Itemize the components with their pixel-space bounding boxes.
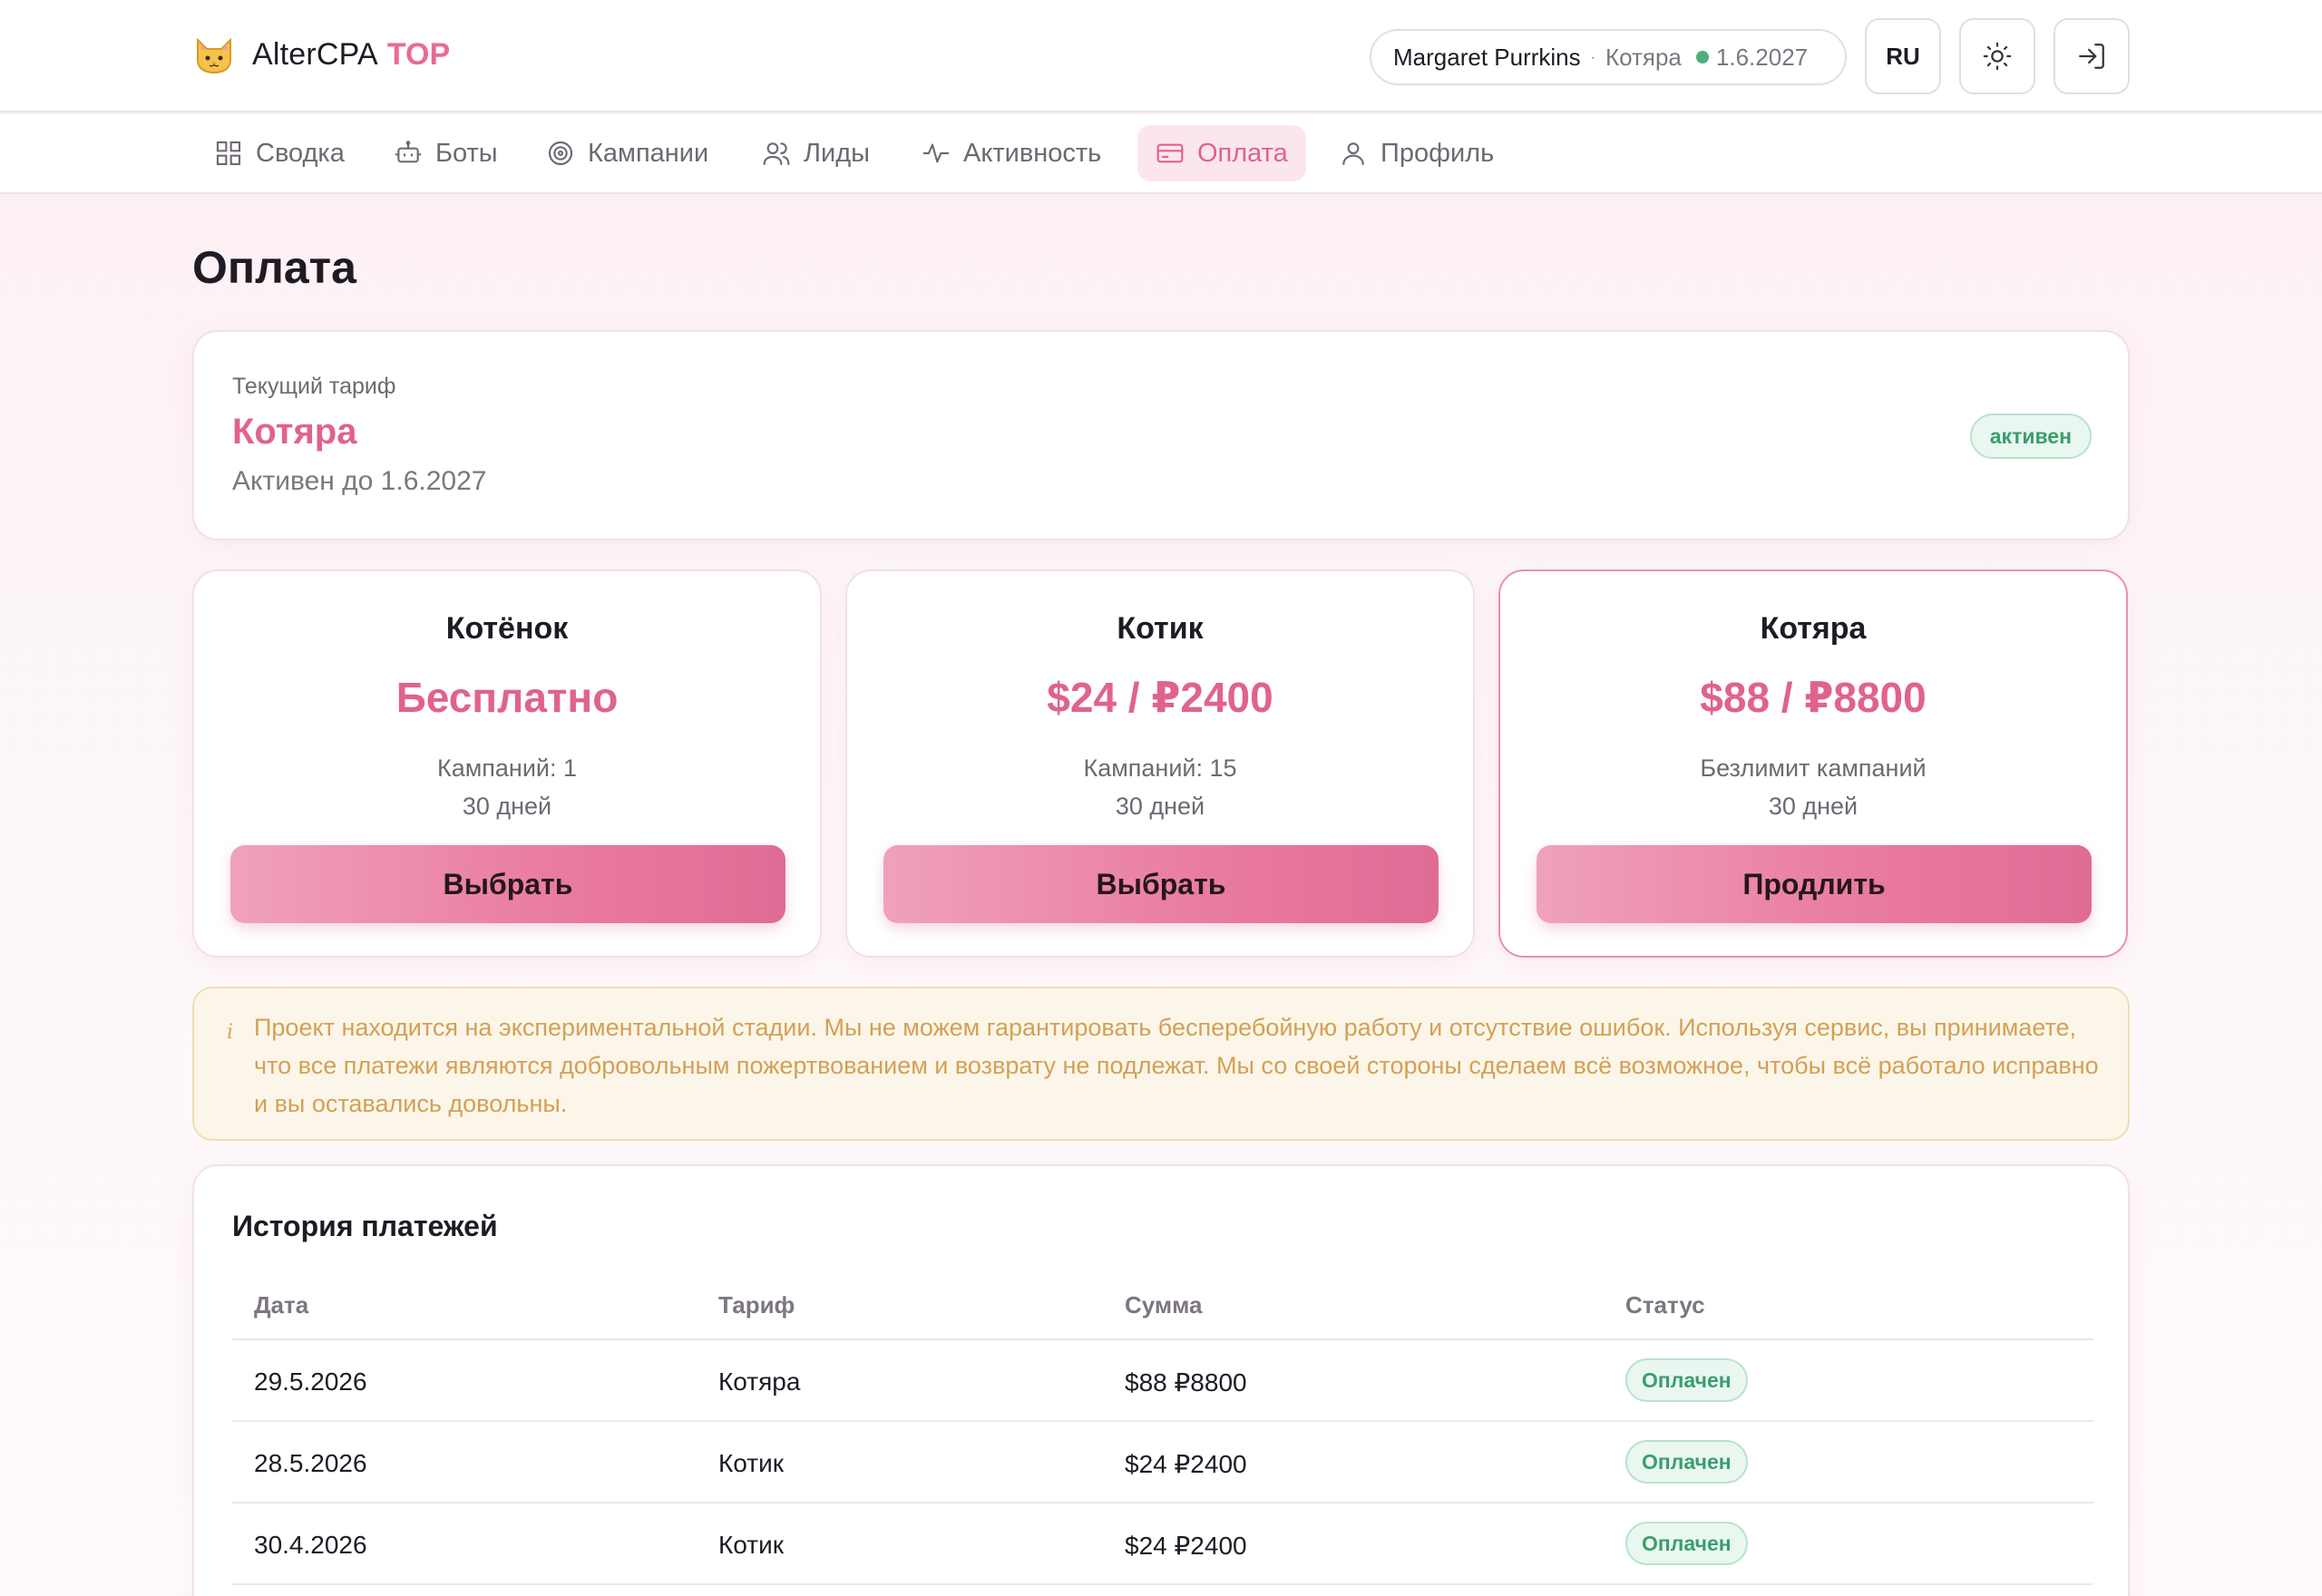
plan-duration: 30 дней [1768, 793, 1859, 820]
plan-campaigns: Кампаний: 1 [436, 754, 578, 782]
plan-duration: 30 дней [462, 793, 552, 820]
plan-price: $24 / ₽2400 [1047, 674, 1273, 721]
language-button[interactable]: RU [1865, 18, 1941, 94]
activity-icon [922, 143, 950, 163]
current-plan-expiry: Активен до 1.6.2027 [232, 466, 487, 496]
nav-label: Оплата [1197, 138, 1288, 168]
status-badge: Оплачен [1625, 1522, 1748, 1565]
grid-icon [216, 141, 241, 166]
column-header-date[interactable]: Дата [254, 1291, 308, 1319]
nav-item-summary[interactable]: Сводка [196, 125, 363, 181]
credit-card-icon [1156, 143, 1184, 163]
user-pill[interactable]: Margaret Purrkins · Котяра 1.6.2027 [1370, 29, 1847, 85]
nav-item-bots[interactable]: Боты [376, 125, 516, 181]
plan-card-big-cat: Котяра $88 / ₽8800 Безлимит кампаний 30 … [1498, 569, 2128, 958]
plan-price: $88 / ₽8800 [1700, 674, 1927, 721]
brand[interactable]: AlterCPA TOP [192, 33, 450, 76]
cell-amount: $24 ₽2400 [1125, 1450, 1247, 1478]
cell-plan: Котяра [718, 1367, 801, 1396]
plan-price: Бесплатно [395, 674, 619, 721]
sun-icon [1983, 42, 2012, 71]
cell-date: 29.5.2026 [254, 1367, 367, 1396]
cell-date: 28.5.2026 [254, 1449, 367, 1477]
logout-button[interactable] [2054, 18, 2130, 94]
status-badge: Оплачен [1625, 1440, 1748, 1484]
select-plan-button[interactable]: Выбрать [883, 845, 1439, 923]
nav-label: Кампании [588, 138, 709, 168]
user-name: Margaret Purrkins [1393, 43, 1581, 71]
bot-icon [395, 141, 422, 163]
sign-in-arrow-icon [2079, 44, 2104, 69]
history-title: История платежей [232, 1210, 498, 1242]
user-icon [1342, 142, 1364, 166]
cell-plan: Котик [718, 1531, 784, 1559]
table-row: 29.5.2026 Котяра $88 ₽8800 Оплачен [232, 1340, 2093, 1422]
renew-plan-button[interactable]: Продлить [1537, 845, 2092, 923]
plan-card-kitten: Котёнок Бесплатно Кампаний: 1 30 дней Вы… [192, 569, 822, 958]
experimental-notice: i Проект находится на экспериментальной … [192, 987, 2130, 1141]
cell-date: 30.4.2026 [254, 1531, 367, 1559]
active-status-dot [1695, 51, 1709, 63]
main-nav: Сводка Боты Кампании Лиды Активность Опл… [0, 114, 2322, 194]
plan-features: Безлимит кампаний 30 дней [1500, 749, 2126, 825]
current-plan-label: Текущий тариф [232, 374, 396, 399]
column-header-plan[interactable]: Тариф [718, 1291, 795, 1319]
cell-plan: Котик [718, 1449, 784, 1477]
status-badge: активен [1969, 414, 2092, 459]
column-header-status[interactable]: Статус [1625, 1291, 1705, 1319]
nav-item-profile[interactable]: Профиль [1321, 125, 1512, 181]
nav-item-activity[interactable]: Активность [903, 125, 1119, 181]
theme-toggle-button[interactable] [1959, 18, 2035, 94]
language-label: RU [1886, 42, 1920, 70]
brand-name: AlterCPA [252, 36, 378, 72]
nav-item-leads[interactable]: Лиды [744, 125, 888, 181]
nav-label: Активность [963, 138, 1102, 168]
target-icon [548, 141, 573, 166]
nav-label: Боты [435, 138, 498, 168]
plan-campaigns: Кампаний: 15 [1083, 754, 1237, 782]
status-badge: Оплачен [1625, 1358, 1748, 1402]
table-row: 28.5.2026 Котик $24 ₽2400 Оплачен [232, 1422, 2093, 1504]
user-plan: Котяра [1605, 43, 1682, 71]
table-header: Дата Тариф Сумма Статус [232, 1268, 2093, 1340]
cat-face-icon [197, 37, 231, 74]
brand-badge: TOP [386, 36, 451, 72]
plan-duration: 30 дней [1115, 793, 1205, 820]
current-plan-name: Котяра [232, 412, 357, 452]
users-icon [763, 142, 790, 166]
column-header-amount[interactable]: Сумма [1125, 1291, 1202, 1319]
nav-item-campaigns[interactable]: Кампании [528, 125, 727, 181]
nav-label: Лиды [804, 138, 870, 168]
nav-label: Сводка [256, 138, 345, 168]
plan-features: Кампаний: 15 30 дней [847, 749, 1473, 825]
cell-amount: $24 ₽2400 [1125, 1532, 1247, 1560]
plan-card-kitty: Котик $24 / ₽2400 Кампаний: 15 30 дней В… [845, 569, 1475, 958]
user-expiry: 1.6.2027 [1715, 43, 1809, 71]
info-icon: i [227, 1021, 234, 1044]
plan-features: Кампаний: 1 30 дней [194, 749, 820, 825]
table-row: 30.4.2026 Котик $24 ₽2400 Оплачен [232, 1504, 2093, 1585]
page-title: Оплата [192, 242, 356, 293]
plan-campaigns: Безлимит кампаний [1700, 754, 1927, 782]
plan-name: Котёнок [445, 611, 569, 646]
top-bar: AlterCPA TOP Margaret Purrkins · Котяра 1… [0, 0, 2322, 112]
payment-history-card: История платежей Дата Тариф Сумма Статус… [192, 1164, 2130, 1596]
current-plan-card: Текущий тариф Котяра Активен до 1.6.2027… [192, 330, 2130, 540]
payment-history-table: Дата Тариф Сумма Статус 29.5.2026 Котяра… [232, 1268, 2093, 1585]
plan-name: Котик [1117, 611, 1204, 646]
nav-item-payment[interactable]: Оплата [1137, 125, 1306, 181]
nav-label: Профиль [1381, 138, 1495, 168]
plan-name: Котяра [1760, 611, 1867, 646]
user-separator: · [1589, 45, 1596, 68]
notice-text: Проект находится на экспериментальной ст… [254, 1014, 2099, 1117]
cell-amount: $88 ₽8800 [1125, 1368, 1247, 1396]
select-plan-button[interactable]: Выбрать [230, 845, 785, 923]
